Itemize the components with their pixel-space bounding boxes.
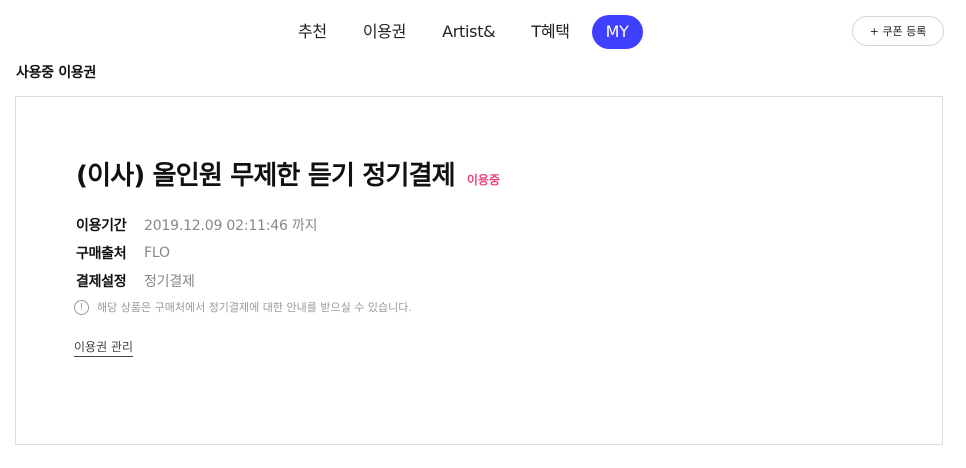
tab-pass[interactable]: 이용권 bbox=[345, 15, 424, 49]
pass-title-row: (이사) 올인원 무제한 듣기 정기결제 이용중 bbox=[76, 155, 500, 192]
section-title: 사용중 이용권 bbox=[16, 65, 97, 81]
manage-pass-link[interactable]: 이용권 관리 bbox=[74, 338, 134, 357]
detail-label: 구매출처 bbox=[76, 246, 127, 262]
detail-row-source: 구매출처 FLO bbox=[76, 239, 317, 267]
detail-row-period: 이용기간 2019.12.09 02:11:46 까지 bbox=[76, 211, 317, 239]
exclamation-circle-icon: ! bbox=[74, 299, 89, 315]
detail-value: FLO bbox=[144, 245, 170, 261]
detail-row-payment: 결제설정 정기결제 bbox=[76, 267, 317, 295]
status-badge: 이용중 bbox=[466, 173, 500, 187]
tab-t-benefit[interactable]: T혜택 bbox=[513, 15, 587, 49]
notice-text: 해당 상품은 구매처에서 정기결제에 대한 안내를 받으실 수 있습니다. bbox=[97, 301, 412, 314]
nav-tabs: 추천 이용권 Artist& T혜택 MY bbox=[280, 14, 643, 50]
pass-details: 이용기간 2019.12.09 02:11:46 까지 구매출처 FLO 결제설… bbox=[76, 211, 317, 295]
notice: ! 해당 상품은 구매처에서 정기결제에 대한 안내를 받으실 수 있습니다. bbox=[74, 299, 412, 315]
coupon-button-label: + 쿠폰 등록 bbox=[869, 25, 927, 38]
tab-my[interactable]: MY bbox=[591, 15, 643, 49]
tab-artist[interactable]: Artist& bbox=[424, 15, 513, 49]
tab-recommend[interactable]: 추천 bbox=[280, 15, 345, 49]
pass-card: (이사) 올인원 무제한 듣기 정기결제 이용중 이용기간 2019.12.09… bbox=[15, 96, 943, 445]
detail-value: 2019.12.09 02:11:46 까지 bbox=[144, 218, 318, 234]
detail-value: 정기결제 bbox=[144, 274, 195, 290]
detail-label: 결제설정 bbox=[76, 274, 127, 290]
detail-label: 이용기간 bbox=[76, 218, 127, 234]
pass-title: (이사) 올인원 무제한 듣기 정기결제 bbox=[76, 161, 456, 191]
register-coupon-button[interactable]: + 쿠폰 등록 bbox=[852, 16, 944, 46]
top-navigation: 추천 이용권 Artist& T혜택 MY + 쿠폰 등록 bbox=[0, 14, 966, 50]
